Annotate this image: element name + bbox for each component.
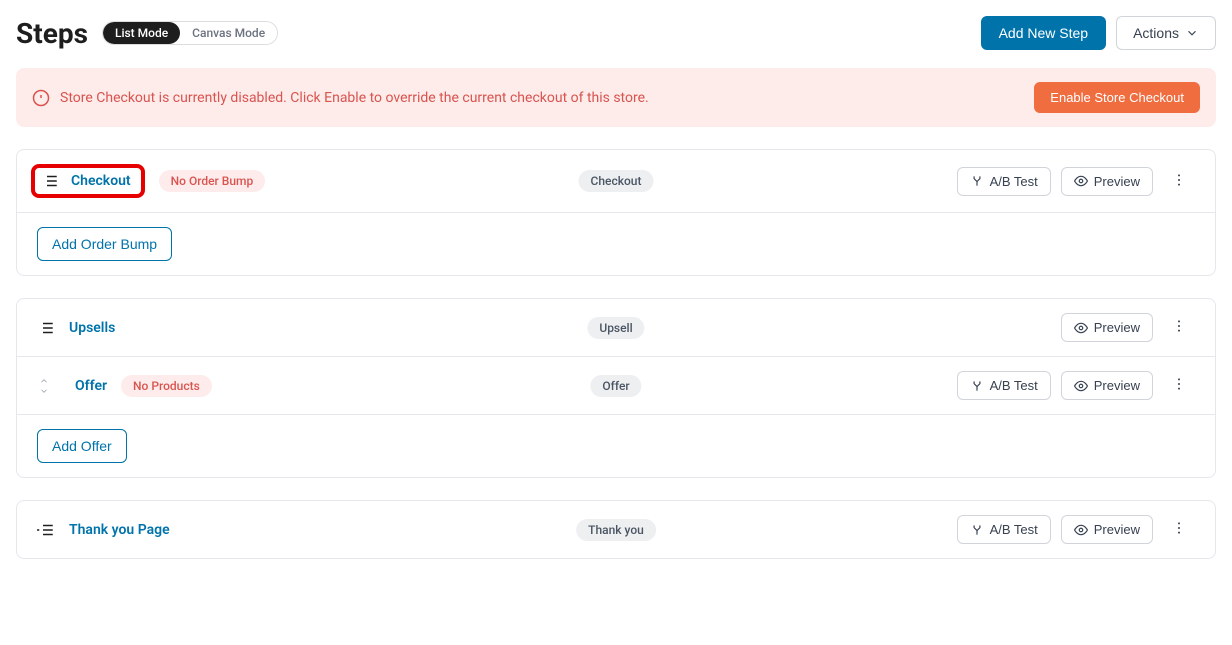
checkout-row-left: Checkout No Order Bump	[37, 164, 265, 198]
no-products-badge: No Products	[121, 375, 212, 397]
checkout-row-right: A/B Test Preview	[957, 167, 1195, 196]
actions-dropdown[interactable]: Actions	[1116, 16, 1216, 50]
actions-label: Actions	[1133, 25, 1179, 41]
upsells-row-left: Upsells	[37, 319, 115, 337]
mode-list-button[interactable]: List Mode	[103, 22, 180, 44]
ab-test-label: A/B Test	[990, 174, 1038, 189]
no-order-bump-badge: No Order Bump	[159, 170, 266, 192]
offer-type-badge: Offer	[590, 375, 641, 397]
mode-toggle: List Mode Canvas Mode	[102, 21, 278, 45]
preview-label: Preview	[1094, 320, 1140, 335]
step-card-checkout: Checkout No Order Bump Checkout A/B Test…	[16, 149, 1216, 276]
sort-icon[interactable]	[37, 376, 51, 396]
notice-content: Store Checkout is currently disabled. Cl…	[32, 89, 649, 107]
step-card-thankyou: Thank you Page Thank you A/B Test Previe…	[16, 500, 1216, 559]
offer-row-right: A/B Test Preview	[957, 371, 1195, 400]
eye-icon	[1074, 379, 1088, 393]
preview-button[interactable]: Preview	[1061, 313, 1153, 342]
ab-test-button[interactable]: A/B Test	[957, 167, 1051, 196]
list-icon[interactable]	[41, 172, 59, 190]
highlight-annotation: Checkout	[31, 164, 145, 198]
page-title: Steps	[16, 17, 88, 50]
header-right: Add New Step Actions	[981, 16, 1216, 50]
header-left: Steps List Mode Canvas Mode	[16, 17, 278, 50]
ab-test-button[interactable]: A/B Test	[957, 515, 1051, 544]
upsell-type-badge: Upsell	[587, 317, 644, 339]
thankyou-step-row: Thank you Page Thank you A/B Test Previe…	[17, 501, 1215, 558]
checkout-step-row: Checkout No Order Bump Checkout A/B Test…	[17, 150, 1215, 213]
kebab-icon	[1171, 376, 1187, 392]
more-menu-button[interactable]	[1163, 516, 1195, 543]
add-new-step-button[interactable]: Add New Step	[981, 16, 1107, 50]
ab-test-label: A/B Test	[990, 378, 1038, 393]
enable-store-checkout-button[interactable]: Enable Store Checkout	[1034, 82, 1200, 113]
split-icon	[970, 379, 984, 393]
page-header: Steps List Mode Canvas Mode Add New Step…	[16, 16, 1216, 50]
notice-message: Store Checkout is currently disabled. Cl…	[60, 90, 649, 106]
kebab-icon	[1171, 172, 1187, 188]
more-menu-button[interactable]	[1163, 314, 1195, 341]
add-offer-button[interactable]: Add Offer	[37, 429, 127, 463]
thankyou-type-badge: Thank you	[576, 519, 656, 541]
ab-test-label: A/B Test	[990, 522, 1038, 537]
list-icon[interactable]	[37, 521, 55, 539]
eye-icon	[1074, 523, 1088, 537]
kebab-icon	[1171, 318, 1187, 334]
add-order-bump-button[interactable]: Add Order Bump	[37, 227, 172, 261]
more-menu-button[interactable]	[1163, 372, 1195, 399]
preview-label: Preview	[1094, 378, 1140, 393]
preview-button[interactable]: Preview	[1061, 371, 1153, 400]
offer-step-row: Offer No Products Offer A/B Test Preview	[17, 357, 1215, 415]
info-circle-icon	[32, 89, 50, 107]
preview-label: Preview	[1094, 522, 1140, 537]
preview-button[interactable]: Preview	[1061, 515, 1153, 544]
upsells-step-row: Upsells Upsell Preview	[17, 299, 1215, 357]
offer-row-left: Offer No Products	[37, 375, 212, 397]
preview-button[interactable]: Preview	[1061, 167, 1153, 196]
split-icon	[970, 523, 984, 537]
kebab-icon	[1171, 520, 1187, 536]
step-card-upsells: Upsells Upsell Preview Offer No	[16, 298, 1216, 478]
offer-step-link[interactable]: Offer	[75, 378, 107, 394]
upsells-footer: Add Offer	[17, 415, 1215, 477]
split-icon	[970, 174, 984, 188]
checkout-step-link[interactable]: Checkout	[71, 173, 131, 189]
checkout-type-badge: Checkout	[579, 170, 654, 192]
upsells-row-right: Preview	[1061, 313, 1195, 342]
more-menu-button[interactable]	[1163, 168, 1195, 195]
eye-icon	[1074, 321, 1088, 335]
chevron-down-icon	[1185, 26, 1199, 40]
store-checkout-notice: Store Checkout is currently disabled. Cl…	[16, 68, 1216, 127]
mode-canvas-button[interactable]: Canvas Mode	[180, 22, 277, 44]
thankyou-row-right: A/B Test Preview	[957, 515, 1195, 544]
list-icon[interactable]	[37, 319, 55, 337]
checkout-footer: Add Order Bump	[17, 213, 1215, 275]
ab-test-button[interactable]: A/B Test	[957, 371, 1051, 400]
thankyou-step-link[interactable]: Thank you Page	[69, 522, 170, 538]
upsells-step-link[interactable]: Upsells	[69, 320, 115, 336]
thankyou-row-left: Thank you Page	[37, 521, 170, 539]
eye-icon	[1074, 174, 1088, 188]
preview-label: Preview	[1094, 174, 1140, 189]
